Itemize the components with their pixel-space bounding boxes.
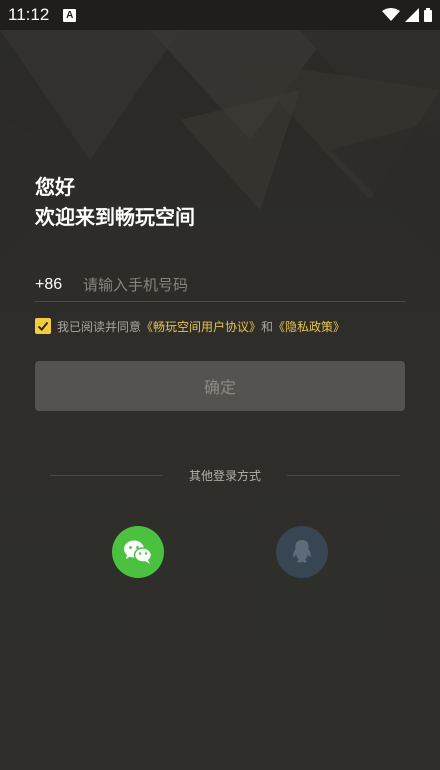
wechat-icon (124, 540, 153, 564)
status-time: 11:12 (8, 5, 50, 24)
status-icons (382, 8, 432, 22)
signal-icon (405, 8, 419, 22)
other-login-divider: 其他登录方式 (50, 466, 401, 484)
battery-icon (424, 8, 432, 22)
notification-icon: A (63, 8, 77, 22)
greeting-hello: 您好 (35, 175, 75, 199)
wechat-login-button[interactable] (112, 526, 164, 578)
confirm-button[interactable]: 确定 (35, 361, 405, 411)
greeting-welcome: 欢迎来到畅玩空间 (35, 205, 195, 229)
privacy-policy-link[interactable]: 《隐私政策》 (273, 318, 345, 335)
agreement-prefix: 我已阅读并同意 (57, 319, 142, 334)
agreement-row: 我已阅读并同意 《畅玩空间用户协议》 和 《隐私政策》 (35, 316, 345, 336)
country-code[interactable]: +86 (35, 276, 83, 294)
divider-right (287, 474, 401, 476)
user-agreement-link[interactable]: 《畅玩空间用户协议》 (141, 318, 261, 335)
status-bar: 11:12 A (0, 0, 440, 30)
qq-login-button[interactable] (276, 526, 328, 578)
wifi-icon (382, 8, 400, 21)
agreement-checkbox[interactable] (35, 318, 51, 334)
checkmark-icon (37, 321, 49, 331)
login-screen: 11:12 A 您好 欢迎来到畅玩空间 +86 我已阅读并同意 (0, 0, 440, 770)
greeting: 您好 欢迎来到畅玩空间 (35, 172, 195, 232)
phone-row: +86 (35, 268, 405, 302)
other-login-label: 其他登录方式 (189, 468, 262, 483)
phone-input[interactable] (83, 275, 405, 294)
divider-left (50, 474, 163, 476)
agreement-conjunction: 和 (261, 319, 274, 334)
qq-icon (293, 540, 311, 563)
